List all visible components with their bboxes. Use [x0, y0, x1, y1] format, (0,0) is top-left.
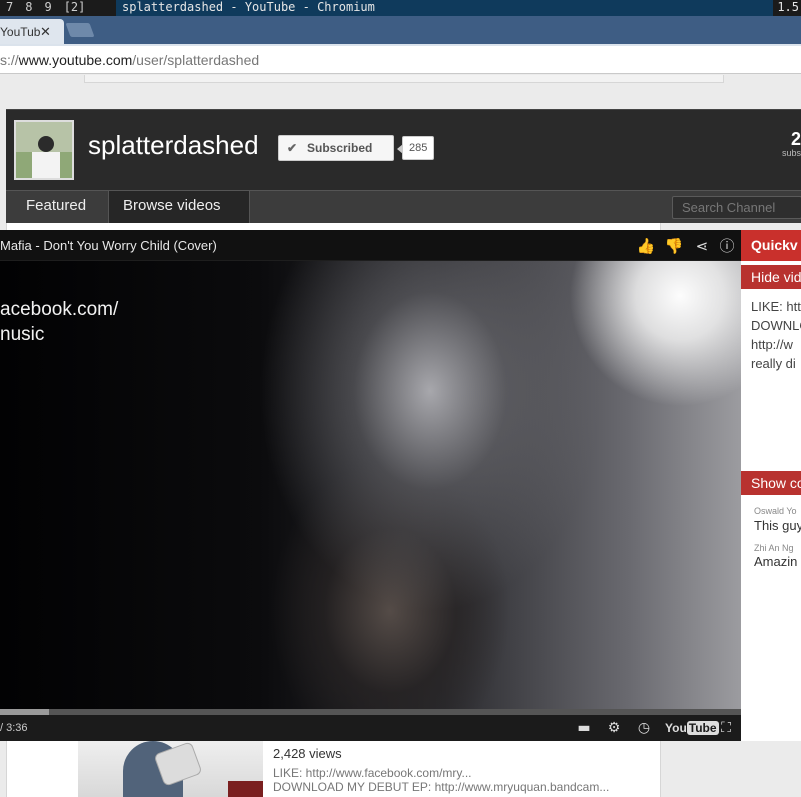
wm-tag-list: 7 8 9 [2]	[0, 0, 116, 16]
browser-tab[interactable]: YouTub ✕	[0, 19, 64, 44]
video-description-line: LIKE: http://www.facebook.com/mry...	[273, 766, 472, 780]
video-description: LIKE: http://www.facebook.com/mry... DOW…	[273, 766, 653, 794]
video-player[interactable]: acebook.com/ nusic Mafia - Don't You Wor…	[0, 230, 741, 741]
info-icon[interactable]: ⓘ	[717, 236, 737, 256]
browser-tab-strip: YouTub ✕	[0, 16, 801, 44]
player-title[interactable]: Mafia - Don't You Worry Child (Cover)	[0, 230, 217, 261]
watch-later-icon[interactable]: ◷	[633, 718, 655, 738]
subscribe-label: Subscribed	[307, 141, 373, 155]
video-frame[interactable]: acebook.com/ nusic	[0, 261, 741, 739]
settings-gear-icon[interactable]: ⚙	[603, 718, 625, 738]
wm-tag-current[interactable]: [2]	[58, 0, 92, 15]
share-icon[interactable]: ⋖	[692, 236, 712, 256]
youtube-logo-you: You	[665, 721, 687, 735]
youtube-logo-tube: Tube	[686, 721, 719, 735]
channel-search-input[interactable]: Search Channel	[672, 196, 801, 219]
avatar-head	[38, 136, 54, 152]
avatar-shirt	[32, 152, 60, 178]
page-content: splatterdashed ✔ Subscribed 285 2 subs F…	[0, 75, 801, 797]
captions-icon[interactable]: ▬	[573, 718, 595, 738]
wm-tag[interactable]: 9	[38, 0, 57, 15]
video-views: 2,428 views	[273, 746, 342, 761]
window-manager-bar: 7 8 9 [2] splatterdashed - YouTube - Chromi…	[0, 0, 801, 16]
time-display: / 3:36	[0, 722, 28, 734]
channel-avatar[interactable]	[14, 120, 74, 180]
youtube-logo[interactable]: You Tube	[665, 720, 719, 736]
video-thumbnail[interactable]	[78, 741, 263, 797]
youtube-masthead-remnant	[84, 75, 724, 83]
video-description-line: DOWNLOAD MY DEBUT EP: http://www.mryuqua…	[273, 780, 610, 794]
player-title-bar: Mafia - Don't You Worry Child (Cover) 👍 …	[0, 230, 741, 261]
total-subscribers: 2 subs	[771, 130, 801, 158]
address-bar[interactable]: s://www.youtube.com/user/splatterdashed	[0, 44, 801, 74]
tab-featured[interactable]: Featured	[12, 191, 100, 224]
total-subs-value: 2	[790, 129, 801, 149]
wm-status: 1.5	[773, 0, 801, 16]
url-host: www.youtube.com	[18, 52, 133, 68]
thumbs-up-icon[interactable]: 👍	[636, 236, 656, 256]
quickview-panel: Quickv Hide vid LIKE: htt DOWNLO http://…	[741, 230, 801, 741]
url-scheme: s://	[0, 52, 19, 68]
video-list-item[interactable]: 2,428 views LIKE: http://www.facebook.co…	[6, 741, 661, 797]
quickview-description: LIKE: htt DOWNLO http://w really di	[751, 299, 801, 371]
fullscreen-icon[interactable]: ⛶	[715, 718, 737, 738]
player-controls: / 3:36 ▬ ⚙ ◷ You Tube ⛶	[0, 715, 741, 741]
comment-text: This guy	[754, 518, 801, 533]
browser-tab-label: YouTub	[0, 25, 41, 39]
close-icon[interactable]: ✕	[40, 24, 51, 40]
channel-nav: Featured Browse videos Search Channel	[6, 190, 801, 224]
subscriber-count-badge: 285	[396, 136, 435, 160]
new-tab-button[interactable]	[65, 23, 95, 37]
thumbnail-corner	[228, 781, 263, 797]
show-comments-button[interactable]: Show co	[741, 471, 801, 495]
comment-author[interactable]: Oswald Yo	[754, 506, 797, 516]
thumbs-down-icon[interactable]: 👎	[664, 236, 684, 256]
tab-browse-videos[interactable]: Browse videos	[108, 191, 250, 224]
channel-name[interactable]: splatterdashed	[88, 130, 259, 161]
wm-tag[interactable]: 8	[19, 0, 38, 15]
comment-author[interactable]: Zhi An Ng	[754, 543, 794, 553]
video-overlay-text: acebook.com/ nusic	[0, 299, 119, 345]
total-subs-label: subs	[781, 148, 801, 158]
subscribe-button[interactable]: ✔ Subscribed	[278, 135, 394, 161]
comment-text: Amazin	[754, 554, 798, 569]
hide-video-info-button[interactable]: Hide vid	[741, 265, 801, 289]
url-path: /user/splatterdashed	[132, 52, 260, 68]
checkmark-icon: ✔	[287, 141, 298, 155]
quickview-header: Quickv	[741, 230, 801, 261]
channel-header: splatterdashed ✔ Subscribed 285 2 subs	[6, 109, 801, 190]
wm-tag[interactable]: 7	[0, 0, 19, 15]
window-title: splatterdashed - YouTube - Chromium	[116, 0, 776, 16]
